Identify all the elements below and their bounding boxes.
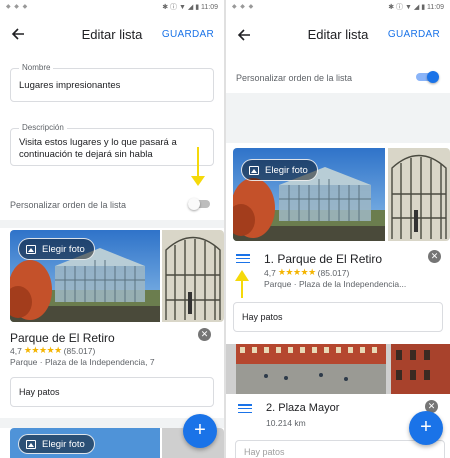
place-address: Parque · Plaza de la Independencia... — [264, 279, 407, 289]
annotation-arrow — [197, 147, 199, 177]
custom-order-row: Personalizar orden de la lista — [0, 190, 224, 220]
name-field[interactable]: Nombre Lugares impresionantes — [10, 63, 214, 102]
rating-value: 4,7 — [10, 345, 22, 356]
annotation-arrowhead — [191, 176, 205, 186]
add-place-fab[interactable]: + — [183, 414, 217, 448]
notification-icons: ◆ ◆ ◆ — [232, 4, 255, 10]
description-field[interactable]: Descripción Visita estos lugares y lo qu… — [10, 123, 214, 166]
place-note-input[interactable]: Hay patos — [235, 440, 445, 458]
place-rating-row: 4,7 ★★★★★ (85.017) — [264, 267, 349, 278]
place-photos: Elegir foto — [233, 148, 450, 241]
place-card-1: 1. Parque de El Retiro ✕ 4,7 ★★★★★ (85.0… — [226, 242, 450, 342]
choose-photo-label-2: Elegir foto — [42, 438, 85, 450]
place-name[interactable]: 1. Parque de El Retiro — [264, 252, 382, 266]
name-field-value: Lugares impresionantes — [19, 80, 121, 91]
status-icons: ✱ ⓘ ▼ ◢ ▮ 11:09 — [388, 3, 444, 11]
choose-photo-label: Elegir foto — [265, 164, 308, 176]
choose-photo-label: Elegir foto — [42, 243, 85, 255]
description-field-label: Descripción — [19, 123, 67, 132]
place-note-input[interactable]: Hay patos — [10, 377, 214, 407]
image-icon — [26, 439, 36, 449]
annotation-arrow — [241, 280, 243, 298]
toggle-knob — [188, 198, 200, 210]
notification-icons: ◆ ◆ ◆ — [6, 4, 29, 10]
status-bar: ◆ ◆ ◆ ✱ ⓘ ▼ ◢ ▮ 11:09 — [226, 0, 450, 13]
status-icons: ✱ ⓘ ▼ ◢ ▮ 11:09 — [162, 3, 218, 11]
place-address: Parque · Plaza de la Independencia, 7 — [10, 357, 155, 367]
save-button[interactable]: GUARDAR — [388, 29, 440, 40]
remove-place-icon[interactable]: ✕ — [198, 328, 211, 341]
place-name[interactable]: 2. Plaza Mayor — [266, 402, 339, 414]
custom-order-row: Personalizar orden de la lista — [226, 63, 450, 93]
remove-place-icon[interactable]: ✕ — [428, 250, 441, 263]
toggle-knob — [427, 71, 439, 83]
place-note-input[interactable]: Hay patos — [233, 302, 443, 332]
custom-order-toggle[interactable] — [188, 198, 212, 210]
add-place-fab[interactable]: + — [409, 411, 443, 445]
image-icon — [26, 244, 36, 254]
name-field-label: Nombre — [19, 63, 54, 72]
star-rating-icon: ★★★★★ — [23, 345, 62, 355]
plaza-photo — [226, 344, 450, 394]
status-bar: ◆ ◆ ◆ ✱ ⓘ ▼ ◢ ▮ 11:09 — [0, 0, 224, 13]
review-count: (85.017) — [63, 345, 96, 356]
right-screen: ◆ ◆ ◆ ✱ ⓘ ▼ ◢ ▮ 11:09 Editar lista GUARD… — [226, 0, 450, 458]
place-photos: Elegir foto — [10, 230, 224, 322]
save-button[interactable]: GUARDAR — [162, 29, 214, 40]
drag-area-background — [226, 93, 450, 143]
place-rating-row: 4,7 ★★★★★ (85.017) — [10, 345, 95, 356]
choose-photo-button[interactable]: Elegir foto — [18, 238, 95, 260]
drag-handle-icon[interactable] — [238, 404, 252, 415]
choose-photo-button-2[interactable]: Elegir foto — [18, 434, 95, 454]
custom-order-toggle[interactable] — [416, 71, 440, 83]
image-icon — [249, 165, 259, 175]
screenshot-composite: ◆ ◆ ◆ ✱ ⓘ ▼ ◢ ▮ 11:09 Editar lista GUARD… — [0, 0, 450, 458]
section-divider — [0, 220, 224, 228]
review-count: (85.017) — [317, 267, 350, 278]
place-name[interactable]: Parque de El Retiro — [10, 331, 115, 345]
description-field-value: Visita estos lugares y lo que pasará a c… — [19, 137, 177, 160]
custom-order-label: Personalizar orden de la lista — [236, 73, 353, 83]
choose-photo-button[interactable]: Elegir foto — [241, 159, 318, 181]
star-rating-icon: ★★★★★ — [277, 267, 316, 277]
drag-handle-icon[interactable] — [236, 254, 250, 265]
place-photos-2 — [226, 344, 450, 394]
rating-value: 4,7 — [264, 267, 276, 278]
left-screen: ◆ ◆ ◆ ✱ ⓘ ▼ ◢ ▮ 11:09 Editar lista GUARD… — [0, 0, 224, 458]
place-distance: 10.214 km — [266, 418, 306, 428]
custom-order-label: Personalizar orden de la lista — [10, 200, 127, 210]
